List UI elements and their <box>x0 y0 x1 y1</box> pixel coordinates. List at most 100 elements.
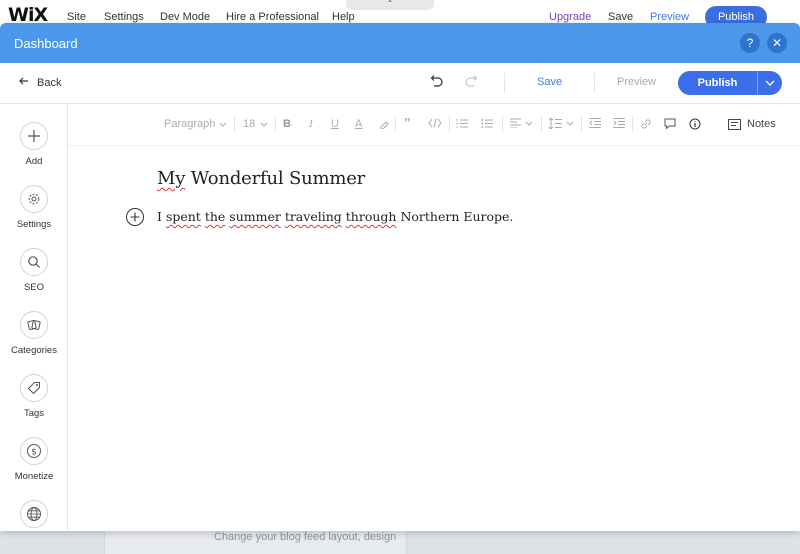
blog-dashboard-modal: Dashboard ? ✕ Back Save Preview Publish <box>0 23 800 531</box>
notes-icon <box>728 118 741 130</box>
text-color-button[interactable]: A <box>355 118 362 130</box>
plus-icon <box>20 122 48 150</box>
search-icon <box>20 248 48 276</box>
italic-button[interactable]: I <box>309 118 313 130</box>
editor-bottom-text: Change your blog feed layout, design <box>214 531 397 543</box>
chevron-down-icon <box>566 121 574 126</box>
modal-title: Dashboard <box>14 35 78 51</box>
divider <box>504 73 505 93</box>
sidebar-item-label: Tags <box>23 408 45 419</box>
sidebar-item-label: Monetize <box>14 471 54 482</box>
divider <box>541 116 542 132</box>
quote-icon[interactable]: ” <box>404 115 411 130</box>
divider <box>275 116 276 132</box>
divider <box>502 116 503 132</box>
close-button[interactable]: ✕ <box>767 33 787 53</box>
editor-preview-button[interactable]: Preview <box>650 11 689 23</box>
upgrade-link[interactable]: Upgrade <box>549 11 591 23</box>
body-word-misspelled: the <box>204 209 226 224</box>
chevron-down-icon <box>765 80 775 86</box>
redo-icon[interactable] <box>464 74 480 90</box>
menu-settings[interactable]: Settings <box>104 11 144 23</box>
title-rest: Wonderful Summer <box>185 168 366 189</box>
decrease-indent-icon[interactable] <box>589 118 601 128</box>
sidebar: Add Settings SEO Categories Tags $ Monet… <box>0 104 68 531</box>
info-icon[interactable] <box>689 118 701 130</box>
add-block-button[interactable] <box>126 208 144 226</box>
publish-button[interactable]: Publish <box>678 71 757 95</box>
sidebar-item-label: SEO <box>23 282 45 293</box>
editor-save-button[interactable]: Save <box>608 11 633 23</box>
body-word-misspelled: spent <box>165 209 201 224</box>
save-button[interactable]: Save <box>537 76 562 88</box>
line-spacing-icon <box>549 118 562 129</box>
notes-button[interactable]: Notes <box>728 118 776 130</box>
svg-text:$: $ <box>31 448 37 458</box>
globe-icon <box>20 500 48 528</box>
font-size-label: 18 <box>243 118 256 130</box>
font-size-dropdown[interactable]: 18 <box>243 118 268 130</box>
highlight-icon[interactable] <box>379 118 390 129</box>
sidebar-item-label: Add <box>25 156 43 167</box>
action-bar: Back Save Preview Publish <box>0 63 800 104</box>
publish-options-button[interactable] <box>757 71 782 95</box>
back-label: Back <box>37 76 62 89</box>
body-word-misspelled: traveling <box>284 209 342 224</box>
back-button[interactable]: Back <box>19 76 61 89</box>
body-word: Northern Europe. <box>400 209 514 224</box>
preview-button[interactable]: Preview <box>617 76 656 88</box>
post-body-paragraph[interactable]: I spent the summer traveling through Nor… <box>157 209 513 224</box>
divider <box>234 116 235 132</box>
line-spacing-dropdown[interactable] <box>549 118 574 129</box>
sidebar-item-tags[interactable]: Tags <box>0 374 68 419</box>
bullet-list-icon[interactable] <box>481 118 493 129</box>
paragraph-style-dropdown[interactable]: Paragraph <box>164 118 227 130</box>
post-title[interactable]: My Wonderful Summer <box>157 168 365 189</box>
body-word-misspelled: through <box>345 209 397 224</box>
title-word-misspelled: My <box>157 168 186 189</box>
sidebar-item-monetize[interactable]: $ Monetize <box>0 437 68 482</box>
paragraph-style-label: Paragraph <box>164 118 216 130</box>
tag-icon <box>20 374 48 402</box>
sidebar-item-seo[interactable]: SEO <box>0 248 68 293</box>
sidebar-item-language[interactable] <box>0 500 68 528</box>
help-button[interactable]: ? <box>740 33 760 53</box>
divider <box>395 116 396 132</box>
chevron-down-icon <box>220 122 227 127</box>
undo-icon[interactable] <box>428 74 444 90</box>
code-icon[interactable] <box>428 118 442 128</box>
divider <box>449 116 450 132</box>
dollar-icon: $ <box>20 437 48 465</box>
align-left-icon <box>510 118 521 128</box>
categories-icon <box>20 311 48 339</box>
bold-button[interactable]: B <box>283 118 291 130</box>
formatting-toolbar: Paragraph 18 B I U A ” Notes <box>68 104 800 146</box>
gear-icon <box>20 185 48 213</box>
increase-indent-icon[interactable] <box>613 118 625 128</box>
chevron-down-icon <box>260 122 268 127</box>
divider <box>581 116 582 132</box>
link-icon[interactable] <box>640 118 652 130</box>
sidebar-item-add[interactable]: Add <box>0 122 68 167</box>
chevron-down-icon <box>525 121 533 126</box>
alignment-dropdown[interactable] <box>510 118 533 128</box>
divider <box>632 116 633 132</box>
divider <box>594 73 595 93</box>
sidebar-item-label: Settings <box>16 219 52 230</box>
body-word: I <box>157 209 162 224</box>
underline-button[interactable]: U <box>331 118 339 130</box>
plus-icon <box>130 212 140 222</box>
sidebar-item-settings[interactable]: Settings <box>0 185 68 230</box>
numbered-list-icon[interactable] <box>456 118 468 129</box>
sidebar-item-categories[interactable]: Categories <box>0 311 68 356</box>
menu-dev-mode[interactable]: Dev Mode <box>160 11 210 23</box>
comment-icon[interactable] <box>664 118 676 129</box>
menu-hire-professional[interactable]: Hire a Professional <box>226 11 319 23</box>
modal-header: Dashboard ? ✕ <box>0 23 800 63</box>
arrow-left-icon <box>19 76 29 89</box>
publish-button-group: Publish <box>678 71 782 95</box>
collapse-toolbar-tab[interactable]: ⌃ <box>346 0 434 10</box>
menu-site[interactable]: Site <box>67 11 86 23</box>
menu-help[interactable]: Help <box>332 11 355 23</box>
sidebar-item-label: Categories <box>11 345 57 356</box>
